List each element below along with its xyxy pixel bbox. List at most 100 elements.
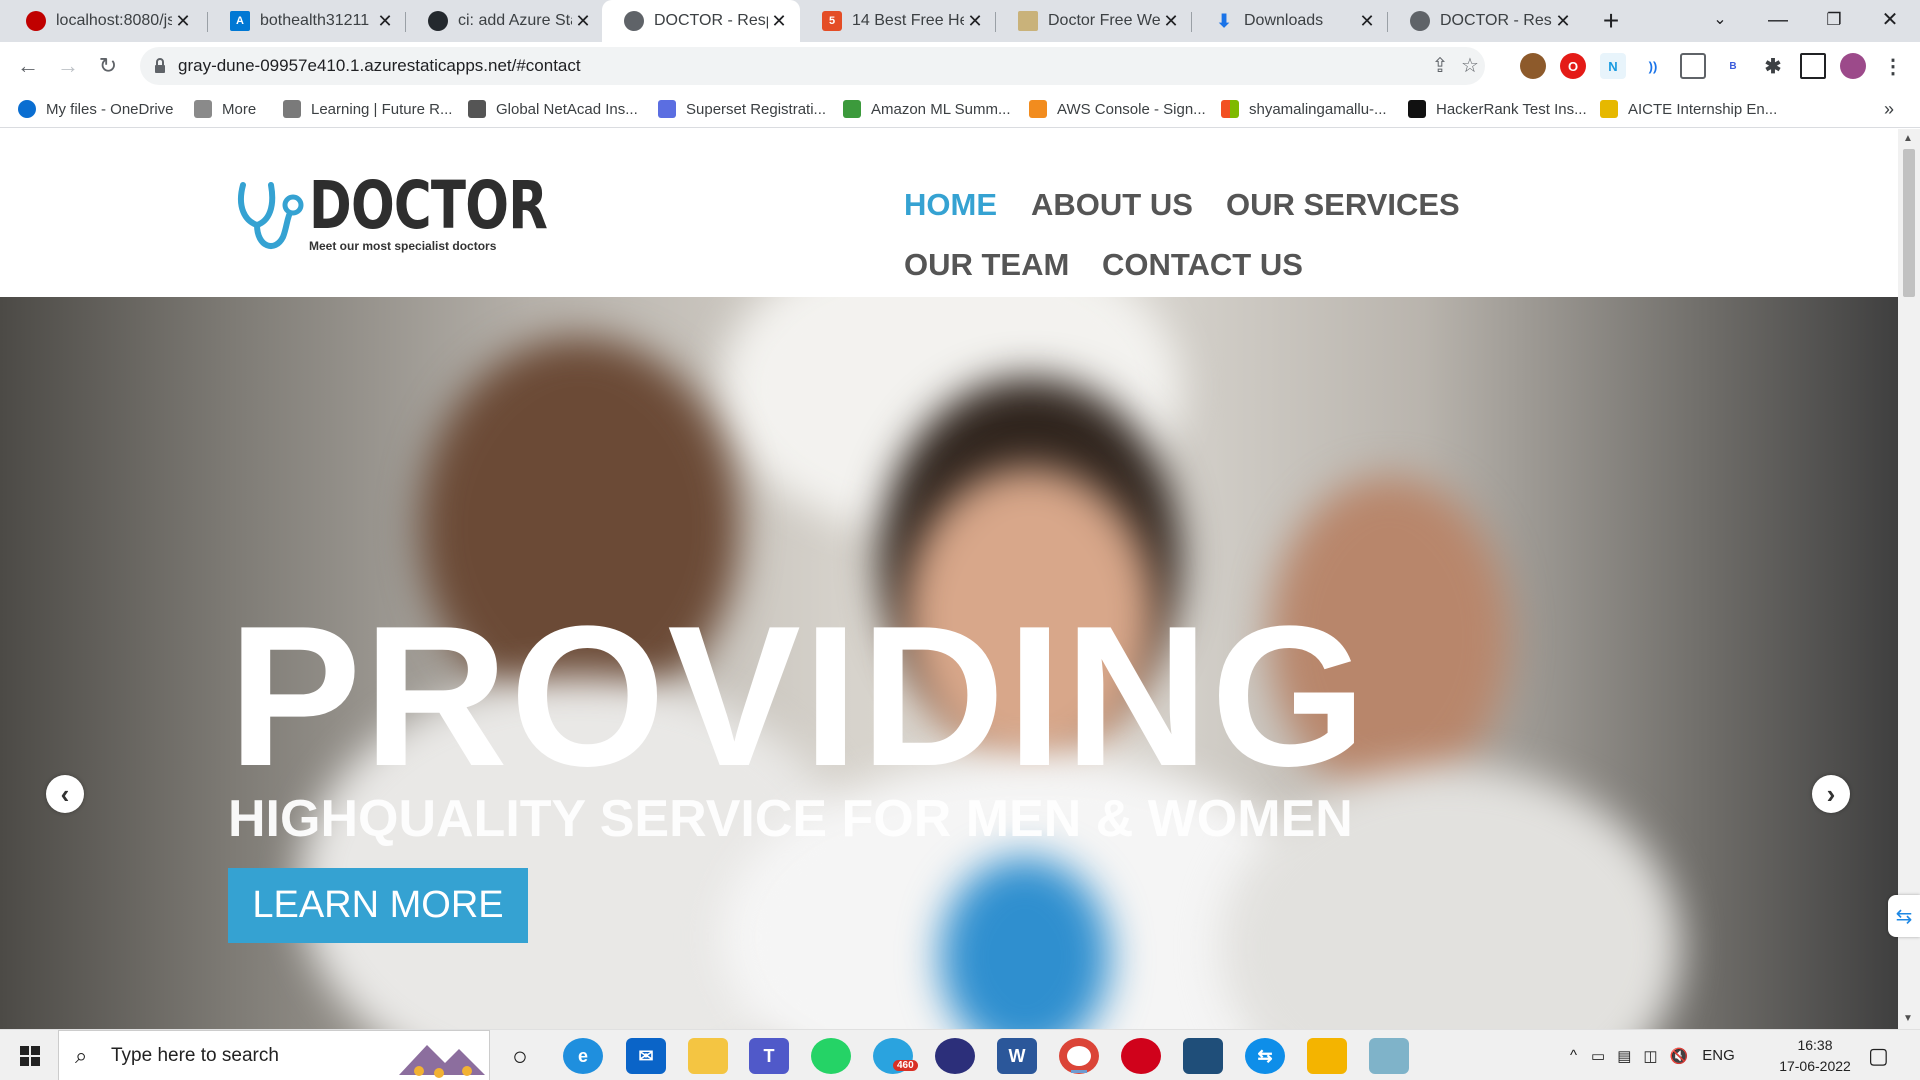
tab-doctor-template[interactable]: Doctor Free Web ✕: [996, 0, 1192, 42]
new-tab-button[interactable]: +: [1596, 4, 1626, 38]
lock-icon[interactable]: [150, 56, 170, 76]
tab-doctor-2[interactable]: DOCTOR - Respo ✕: [1388, 0, 1584, 42]
close-icon[interactable]: ✕: [964, 11, 986, 32]
close-icon[interactable]: ✕: [1552, 11, 1574, 32]
language-indicator[interactable]: ENG: [1702, 1047, 1735, 1064]
tab-github[interactable]: ci: add Azure Stat ✕: [406, 0, 604, 42]
more-icon: [194, 100, 212, 118]
bookmark-amazon-ml[interactable]: Amazon ML Summ...: [843, 98, 1010, 120]
address-bar[interactable]: gray-dune-09957e410.1.azurestaticapps.ne…: [140, 47, 1485, 85]
copy-extension-icon[interactable]: [1680, 53, 1706, 79]
taskbar-search[interactable]: ⌕ Type here to search: [58, 1030, 490, 1080]
avatar[interactable]: [1840, 53, 1866, 79]
hero-subheadline: HIGHQUALITY SERVICE FOR MEN & WOMEN: [228, 790, 1353, 848]
scroll-down-icon[interactable]: ▼: [1903, 1013, 1913, 1024]
tab-strip: localhost:8080/jsp ✕ A bothealth31211 - …: [0, 0, 1920, 42]
bookmark-hackerrank[interactable]: HackerRank Test Ins...: [1408, 98, 1587, 120]
bookmark-more[interactable]: More: [194, 98, 256, 120]
sidepanel-icon[interactable]: [1800, 53, 1826, 79]
mysql-workbench-icon[interactable]: [1183, 1038, 1223, 1074]
learning-icon: [283, 100, 301, 118]
chart-icon: [843, 100, 861, 118]
windows-taskbar: ⌕ Type here to search ○ e ✉ T 460 W ⇆ ^ …: [0, 1029, 1920, 1080]
close-icon[interactable]: ✕: [572, 11, 594, 32]
file-explorer-icon[interactable]: [688, 1038, 728, 1074]
menu-kebab-icon[interactable]: ⋮: [1880, 53, 1906, 79]
git-icon[interactable]: [1307, 1038, 1347, 1074]
notion-extension-icon[interactable]: N: [1600, 53, 1626, 79]
audio-extension-icon[interactable]: )): [1640, 53, 1666, 79]
word-icon[interactable]: W: [997, 1038, 1037, 1074]
redhat-app-icon[interactable]: [1121, 1038, 1161, 1074]
window-close-button[interactable]: ✕: [1862, 0, 1918, 42]
tab-healthcare[interactable]: 5 14 Best Free Heal ✕: [800, 0, 996, 42]
clock[interactable]: 16:38 17-06-2022: [1770, 1035, 1860, 1077]
bookmark-star-icon[interactable]: ☆: [1458, 54, 1482, 78]
battery-icon[interactable]: ▭: [1591, 1047, 1605, 1065]
bookmark-microsoft[interactable]: shyamalingamallu-...: [1221, 98, 1387, 120]
chrome-icon[interactable]: [1059, 1038, 1099, 1074]
notes-icon[interactable]: [1369, 1038, 1409, 1074]
scrollbar-thumb[interactable]: [1903, 149, 1915, 297]
nav-our-services[interactable]: OUR SERVICES: [1226, 187, 1460, 223]
bookmark-aws[interactable]: AWS Console - Sign...: [1029, 98, 1206, 120]
close-icon[interactable]: ✕: [1356, 11, 1378, 32]
tab-search-icon[interactable]: ⌄: [1692, 0, 1748, 42]
network-icon[interactable]: ▤: [1617, 1047, 1631, 1065]
tab-localhost[interactable]: localhost:8080/jsp ✕: [4, 0, 204, 42]
cookie-extension-icon[interactable]: [1520, 53, 1546, 79]
bookmark-learning[interactable]: Learning | Future R...: [283, 98, 452, 120]
windows-start-icon[interactable]: [10, 1040, 50, 1072]
close-icon[interactable]: ✕: [172, 11, 194, 32]
carousel-prev-button[interactable]: ‹: [46, 775, 84, 813]
teamviewer-side-widget[interactable]: ⇆: [1888, 895, 1920, 937]
tab-azure[interactable]: A bothealth31211 - ✕: [208, 0, 406, 42]
search-icon: ⌕: [75, 1043, 88, 1068]
tab-doctor-active[interactable]: DOCTOR - Respo ✕: [602, 0, 800, 42]
site-logo[interactable]: DOCTOR Meet our most specialist doctors: [235, 167, 548, 257]
bookmark-aicte[interactable]: AICTE Internship En...: [1600, 98, 1777, 120]
close-icon[interactable]: ✕: [1160, 11, 1182, 32]
teamviewer-icon[interactable]: ⇆: [1245, 1038, 1285, 1074]
scroll-up-icon[interactable]: ▲: [1903, 133, 1913, 144]
mail-icon[interactable]: ✉: [626, 1038, 666, 1074]
learn-more-button[interactable]: LEARN MORE: [228, 868, 528, 943]
teams-icon[interactable]: T: [749, 1038, 789, 1074]
nav-home[interactable]: HOME: [904, 187, 997, 223]
eclipse-icon[interactable]: [935, 1038, 975, 1074]
tab-downloads[interactable]: ⬇ Downloads ✕: [1192, 0, 1388, 42]
cortana-icon[interactable]: ○: [500, 1038, 540, 1074]
nav-about-us[interactable]: ABOUT US: [1031, 187, 1193, 223]
nav-our-team[interactable]: OUR TEAM: [904, 247, 1069, 283]
logo-wordmark: DOCTOR: [309, 167, 548, 244]
reload-icon[interactable]: ↻: [92, 50, 124, 82]
carousel-next-button[interactable]: ›: [1812, 775, 1850, 813]
share-icon[interactable]: ⇪: [1428, 54, 1452, 78]
close-icon[interactable]: ✕: [374, 11, 396, 32]
minimize-button[interactable]: —: [1750, 0, 1806, 42]
b-extension-icon[interactable]: B: [1720, 53, 1746, 79]
volume-mute-icon[interactable]: 🔇: [1670, 1047, 1689, 1065]
wifi-icon[interactable]: ◫: [1643, 1047, 1657, 1065]
bookmark-onedrive[interactable]: My files - OneDrive: [18, 98, 174, 120]
system-tray: ^ ▭ ▤ ◫ 🔇 ENG: [1570, 1030, 1735, 1080]
bookmark-netacad[interactable]: Global NetAcad Ins...: [468, 98, 638, 120]
forward-icon[interactable]: →: [52, 50, 84, 82]
nav-contact-us[interactable]: CONTACT US: [1102, 247, 1303, 283]
page-scrollbar[interactable]: ▲ ▼: [1898, 129, 1920, 1029]
extensions-puzzle-icon[interactable]: ✱: [1760, 53, 1786, 79]
whatsapp-icon[interactable]: [811, 1038, 851, 1074]
restore-button[interactable]: ❐: [1806, 0, 1862, 42]
telegram-icon[interactable]: 460: [873, 1038, 918, 1074]
back-icon[interactable]: ←: [12, 50, 44, 82]
opera-extension-icon[interactable]: O: [1560, 53, 1586, 79]
notification-icon[interactable]: ▢: [1868, 1030, 1889, 1080]
edge-icon[interactable]: e: [563, 1038, 603, 1074]
tray-overflow-icon[interactable]: ^: [1570, 1047, 1577, 1064]
clock-time: 16:38: [1797, 1037, 1833, 1053]
tab-title: ci: add Azure Stat: [458, 12, 572, 29]
close-icon[interactable]: ✕: [768, 11, 790, 32]
telegram-badge: 460: [893, 1060, 918, 1071]
bookmark-superset[interactable]: Superset Registrati...: [658, 98, 826, 120]
more-bookmarks-icon[interactable]: »: [1884, 98, 1894, 120]
